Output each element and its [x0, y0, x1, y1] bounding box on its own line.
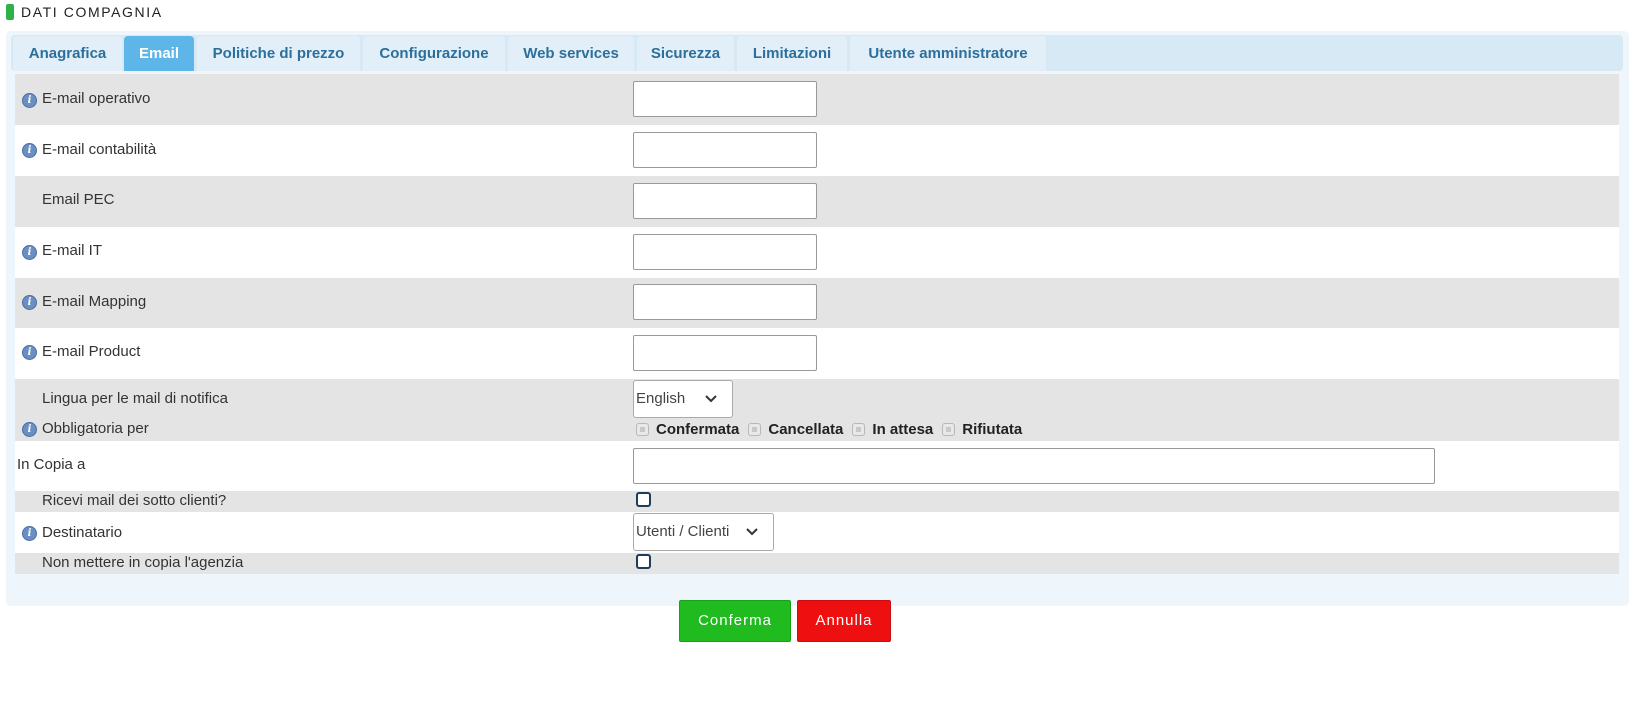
tab-configurazione[interactable]: Configurazione	[363, 36, 505, 71]
tab-limitazioni[interactable]: Limitazioni	[737, 36, 847, 71]
tab-sicurezza[interactable]: Sicurezza	[637, 36, 734, 71]
in-copia-input[interactable]	[633, 448, 1435, 484]
email-pec-input[interactable]	[633, 183, 817, 219]
non-copia-agenzia-label: Non mettere in copia l'agenzia	[42, 554, 244, 571]
non-copia-agenzia-checkbox[interactable]	[636, 554, 651, 569]
ricevi-sotto-clienti-checkbox[interactable]	[636, 492, 651, 507]
checkbox-rifiutata[interactable]	[942, 422, 956, 436]
tab-bar: Anagrafica Email Politiche di prezzo Con…	[11, 35, 1623, 71]
email-it-label: E-mail IT	[42, 242, 102, 259]
row-non-copia-agenzia: Non mettere in copia l'agenzia	[15, 553, 1619, 574]
tab-email[interactable]: Email	[124, 36, 194, 71]
checkbox-confermata[interactable]	[636, 422, 649, 436]
option-label-in-attesa: In attesa	[872, 420, 934, 438]
info-icon[interactable]: i	[22, 345, 37, 360]
email-operativo-label: E-mail operativo	[42, 90, 151, 107]
email-pec-label: Email PEC	[42, 191, 115, 208]
email-product-input[interactable]	[633, 335, 817, 371]
destinatario-label: Destinatario	[42, 524, 123, 541]
email-it-input[interactable]	[633, 234, 817, 270]
option-label-rifiutata: Rifiutata	[962, 420, 1023, 438]
ricevi-sotto-clienti-label: Ricevi mail dei sotto clienti?	[42, 492, 227, 509]
info-icon[interactable]: i	[22, 526, 37, 541]
row-email-operativo: i E-mail operativo	[15, 74, 1619, 125]
email-mapping-input[interactable]	[633, 284, 817, 320]
email-operativo-input[interactable]	[633, 81, 817, 117]
option-label-confermata: Confermata	[656, 420, 740, 438]
destinatario-selected-value: Utenti / Clienti	[636, 523, 730, 540]
page-title: DATI COMPAGNIA	[21, 4, 163, 20]
checkbox-cancellata[interactable]	[748, 422, 762, 436]
cancel-button[interactable]: Annulla	[797, 600, 891, 642]
obbligatoria-options: Confermata Cancellata In attesa Rifiutat…	[636, 418, 1031, 440]
confirm-button[interactable]: Conferma	[679, 600, 791, 642]
tab-politiche-di-prezzo[interactable]: Politiche di prezzo	[197, 36, 360, 71]
row-email-pec: Email PEC	[15, 176, 1619, 227]
info-icon[interactable]: i	[22, 143, 37, 158]
row-lingua-obbligatoria: Lingua per le mail di notifica English i…	[15, 379, 1619, 441]
tab-utente-amministratore[interactable]: Utente amministratore	[850, 36, 1046, 71]
row-in-copia: In Copia a	[15, 441, 1619, 491]
tab-web-services[interactable]: Web services	[508, 36, 634, 71]
email-contabilita-input[interactable]	[633, 132, 817, 168]
option-label-cancellata: Cancellata	[768, 420, 844, 438]
info-icon[interactable]: i	[22, 295, 37, 310]
row-email-mapping: i E-mail Mapping	[15, 278, 1619, 328]
lingua-label: Lingua per le mail di notifica	[42, 390, 228, 407]
row-email-product: i E-mail Product	[15, 328, 1619, 379]
row-ricevi-sotto-clienti: Ricevi mail dei sotto clienti?	[15, 491, 1619, 512]
obbligatoria-label: Obbligatoria per	[42, 420, 149, 437]
checkbox-in-attesa[interactable]	[852, 422, 866, 436]
info-icon[interactable]: i	[22, 93, 37, 108]
destinatario-select[interactable]: Utenti / Clienti	[633, 513, 774, 551]
row-destinatario: i Destinatario Utenti / Clienti	[15, 512, 1619, 553]
email-contabilita-label: E-mail contabilità	[42, 141, 157, 158]
title-marker	[6, 4, 14, 20]
info-icon[interactable]: i	[22, 245, 37, 260]
row-email-it: i E-mail IT	[15, 227, 1619, 278]
page-header: DATI COMPAGNIA	[6, 4, 163, 20]
email-mapping-label: E-mail Mapping	[42, 293, 147, 310]
info-icon[interactable]: i	[22, 422, 37, 437]
lingua-selected-value: English	[636, 390, 686, 407]
tab-anagrafica[interactable]: Anagrafica	[13, 36, 122, 71]
in-copia-label: In Copia a	[17, 456, 86, 473]
email-product-label: E-mail Product	[42, 343, 141, 360]
lingua-select[interactable]: English	[633, 380, 733, 418]
row-email-contabilita: i E-mail contabilità	[15, 125, 1619, 176]
